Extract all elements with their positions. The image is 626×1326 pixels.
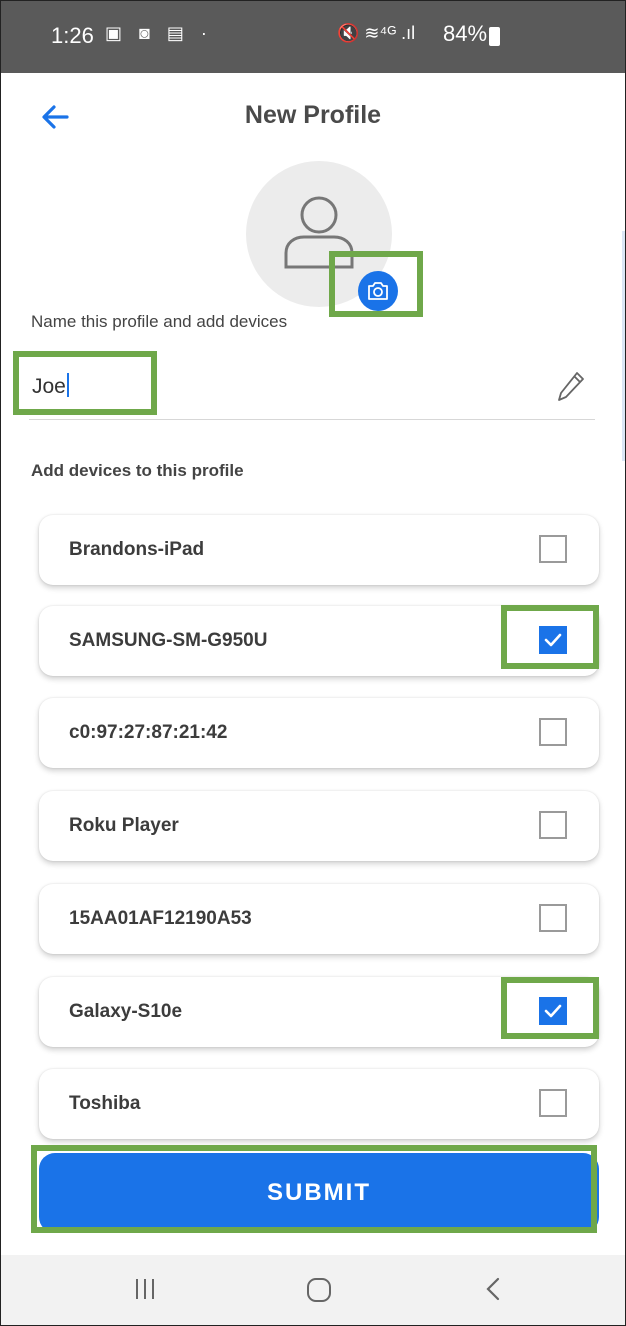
highlight-name [13,351,157,415]
home-icon[interactable] [306,1277,332,1303]
status-time: 1:26 [51,23,94,48]
form-hint: Name this profile and add devices [31,312,288,331]
devices-label: Add devices to this profile [31,461,244,480]
highlight-galaxy [501,977,599,1039]
device-checkbox[interactable] [539,1089,567,1117]
device-name: SAMSUNG-SM-G950U [69,630,268,651]
device-card[interactable]: Brandons-iPad [39,515,599,585]
page-title: New Profile [244,101,382,129]
scrollbar[interactable] [622,231,625,461]
device-name: Toshiba [69,1093,141,1114]
device-checkbox[interactable] [539,811,567,839]
battery-icon [489,27,500,46]
signal-icons: 🔇 ≋⁴ᴳ .ıl [337,23,416,43]
device-card[interactable]: c0:97:27:87:21:42 [39,698,599,768]
notification-icons: ▣ ◙ ▤ · [105,23,213,43]
device-checkbox[interactable] [539,718,567,746]
system-nav-bar [1,1255,625,1325]
device-name: 15AA01AF12190A53 [69,908,252,929]
device-name: Brandons-iPad [69,539,205,560]
device-card[interactable]: Toshiba [39,1069,599,1139]
device-name: Roku Player [69,815,179,836]
highlight-submit [31,1145,597,1233]
recent-apps-icon[interactable] [133,1275,157,1303]
device-name: Galaxy-S10e [69,1001,183,1022]
phone-screen: 1:26 ▣ ◙ ▤ · 🔇 ≋⁴ᴳ .ıl 84% New Profile N… [0,0,626,1326]
highlight-samsung [501,605,599,669]
device-name: c0:97:27:87:21:42 [69,722,228,743]
battery-percent: 84% [443,21,488,46]
highlight-camera [329,251,423,317]
device-checkbox[interactable] [539,535,567,563]
status-bar: 1:26 ▣ ◙ ▤ · 🔇 ≋⁴ᴳ .ıl 84% [1,1,625,73]
device-card[interactable]: 15AA01AF12190A53 [39,884,599,954]
pencil-icon[interactable] [557,369,587,403]
back-icon[interactable] [483,1275,503,1303]
device-card[interactable]: Roku Player [39,791,599,861]
device-checkbox[interactable] [539,904,567,932]
